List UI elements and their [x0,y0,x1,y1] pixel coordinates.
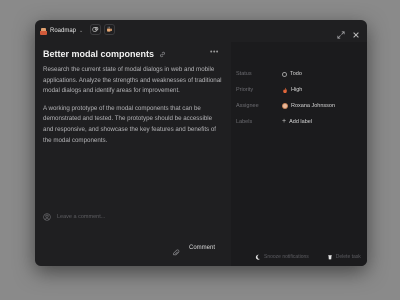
property-labels[interactable]: Labels + Add label [236,117,366,127]
priority-value: High [291,87,303,93]
close-button[interactable] [352,26,360,38]
todo-status-icon [282,71,287,77]
assignee-value: Roxana Johnsson [291,103,336,109]
add-label-button[interactable]: Add label [289,119,312,125]
flame-icon [283,87,287,93]
close-icon [353,32,359,38]
expand-icon [337,31,345,39]
moon-icon [255,254,261,260]
description-paragraph: A working prototype of the modal compone… [43,104,217,144]
coffee-button[interactable] [104,24,115,35]
issue-title[interactable]: Better modal components [43,49,166,59]
delete-task-button[interactable]: Delete task [327,254,361,260]
project-name: Roadmap [50,28,77,34]
comment-composer: Leave a comment... [43,211,223,223]
property-status[interactable]: Status Todo [236,69,366,79]
expand-button[interactable] [337,26,345,39]
issue-modal: Roadmap ⌄ Better modal components ••• Re… [35,20,367,266]
user-avatar-icon [43,213,51,221]
property-priority[interactable]: Priority High [236,85,366,95]
labels-label: Labels [236,119,253,125]
paperclip-icon [172,249,180,256]
properties-sidebar: Status Todo Priority High Assignee Roxan… [231,42,367,266]
status-label: Status [236,71,252,77]
assignee-label: Assignee [236,103,259,109]
project-icon [40,27,47,35]
delete-task-label: Delete task [335,254,361,260]
chevron-down-icon: ⌄ [79,28,84,34]
attach-button[interactable] [172,244,180,256]
subscribe-button[interactable] [90,24,101,35]
trash-icon [327,255,332,260]
subscribe-icon [92,27,99,32]
modal-header: Roadmap ⌄ [35,20,367,42]
modal-footer: Snooze notifications Delete task [255,254,361,260]
issue-description[interactable]: Research the current state of modal dial… [43,65,223,153]
description-paragraph: Research the current state of modal dial… [43,66,222,95]
snooze-notifications-button[interactable]: Snooze notifications [255,254,309,260]
assignee-avatar [282,103,288,109]
link-icon[interactable] [159,51,166,58]
comment-button[interactable]: Comment [185,242,219,254]
comment-input[interactable]: Leave a comment... [57,214,105,220]
more-options-icon[interactable]: ••• [210,49,219,56]
project-selector[interactable]: Roadmap ⌄ [40,25,83,37]
coffee-icon [107,26,112,32]
property-assignee[interactable]: Assignee Roxana Johnsson [236,101,366,111]
plus-icon: + [282,118,287,125]
status-value: Todo [290,71,302,77]
snooze-notifications-label: Snooze notifications [264,254,309,260]
issue-title-text: Better modal components [43,49,155,59]
priority-label: Priority [236,87,254,93]
